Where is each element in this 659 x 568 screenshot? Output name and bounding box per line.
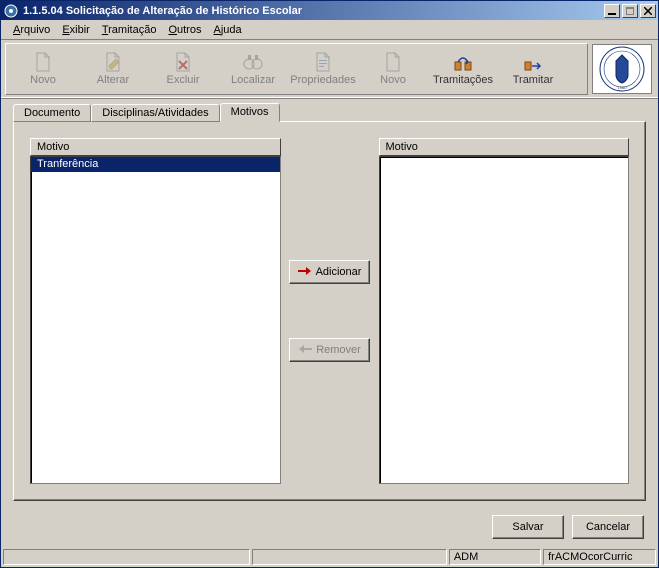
- status-cell-1: [3, 549, 250, 565]
- app-icon: [3, 3, 19, 19]
- tramitacoes-icon: [453, 52, 473, 72]
- new-file-icon: [383, 52, 403, 72]
- remove-button[interactable]: Remover: [289, 338, 370, 362]
- toolbar-novo2[interactable]: Novo: [358, 46, 428, 92]
- status-cell-2: [252, 549, 447, 565]
- tramitar-icon: [523, 52, 543, 72]
- add-button-label: Adicionar: [316, 266, 362, 278]
- close-button[interactable]: [640, 4, 656, 18]
- status-cell-3: ADM: [449, 549, 541, 565]
- menu-tramitacao[interactable]: Tramitação: [96, 22, 163, 38]
- maximize-button[interactable]: [622, 4, 638, 18]
- toolbar-alterar[interactable]: Alterar: [78, 46, 148, 92]
- window-title: 1.1.5.04 Solicitação de Alteração de His…: [23, 5, 604, 17]
- toolbar-alterar-label: Alterar: [97, 74, 129, 86]
- tab-disciplinas[interactable]: Disciplinas/Atividades: [91, 104, 219, 122]
- svg-text:1960: 1960: [618, 85, 628, 90]
- toolbar-localizar-label: Localizar: [231, 74, 275, 86]
- tab-motivos[interactable]: Motivos: [220, 103, 280, 122]
- toolbar-tramitacoes-label: Tramitações: [433, 74, 493, 86]
- toolbar-excluir-label: Excluir: [166, 74, 199, 86]
- selected-motivos-column: Motivo: [379, 138, 630, 484]
- toolbar-tramitar[interactable]: Tramitar: [498, 46, 568, 92]
- toolbar-novo-label: Novo: [30, 74, 56, 86]
- tab-strip: Documento Disciplinas/Atividades Motivos: [13, 100, 646, 122]
- available-motivos-list[interactable]: Tranferência: [30, 156, 281, 484]
- toolbar-tramitacoes[interactable]: Tramitações: [428, 46, 498, 92]
- menu-outros[interactable]: Outros: [162, 22, 207, 38]
- menubar: Arquivo Exibir Tramitação Outros Ajuda: [1, 20, 658, 40]
- statusbar: ADM frACMOcorCurric: [1, 547, 658, 567]
- tabs-area: Documento Disciplinas/Atividades Motivos…: [1, 99, 658, 509]
- cancel-button-label: Cancelar: [586, 521, 630, 533]
- save-button-label: Salvar: [512, 521, 543, 533]
- institution-logo: 1960: [592, 44, 652, 94]
- tab-panel-motivos: Motivo Tranferência Adicionar Remover: [13, 121, 646, 501]
- new-file-icon: [33, 52, 53, 72]
- toolbar-localizar[interactable]: Localizar: [218, 46, 288, 92]
- tab-documento[interactable]: Documento: [13, 104, 91, 122]
- selected-motivos-header: Motivo: [379, 138, 630, 156]
- toolbar-novo[interactable]: Novo: [8, 46, 78, 92]
- toolbar-excluir[interactable]: Excluir: [148, 46, 218, 92]
- save-button[interactable]: Salvar: [492, 515, 564, 539]
- transfer-buttons-column: Adicionar Remover: [291, 138, 369, 484]
- toolbar-area: Novo Alterar Excluir Localizar: [1, 40, 658, 99]
- dialog-buttons: Salvar Cancelar: [1, 509, 658, 547]
- available-motivos-column: Motivo Tranferência: [30, 138, 281, 484]
- binoculars-icon: [243, 52, 263, 72]
- edit-file-icon: [103, 52, 123, 72]
- status-cell-4: frACMOcorCurric: [543, 549, 656, 565]
- arrow-right-icon: [298, 266, 312, 279]
- remove-button-label: Remover: [316, 344, 361, 356]
- selected-motivos-list[interactable]: [379, 156, 630, 484]
- cancel-button[interactable]: Cancelar: [572, 515, 644, 539]
- arrow-left-icon: [298, 344, 312, 357]
- list-item[interactable]: Tranferência: [31, 157, 280, 172]
- toolbar-novo2-label: Novo: [380, 74, 406, 86]
- properties-icon: [313, 52, 333, 72]
- menu-arquivo[interactable]: Arquivo: [7, 22, 56, 38]
- app-window: 1.1.5.04 Solicitação de Alteração de His…: [0, 0, 659, 568]
- available-motivos-header: Motivo: [30, 138, 281, 156]
- window-buttons: [604, 4, 656, 18]
- minimize-button[interactable]: [604, 4, 620, 18]
- delete-file-icon: [173, 52, 193, 72]
- toolbar: Novo Alterar Excluir Localizar: [5, 43, 588, 95]
- menu-exibir[interactable]: Exibir: [56, 22, 96, 38]
- toolbar-propriedades[interactable]: Propriedades: [288, 46, 358, 92]
- toolbar-tramitar-label: Tramitar: [513, 74, 554, 86]
- titlebar: 1.1.5.04 Solicitação de Alteração de His…: [1, 1, 658, 20]
- toolbar-propriedades-label: Propriedades: [290, 74, 355, 86]
- add-button[interactable]: Adicionar: [289, 260, 371, 284]
- menu-ajuda[interactable]: Ajuda: [207, 22, 247, 38]
